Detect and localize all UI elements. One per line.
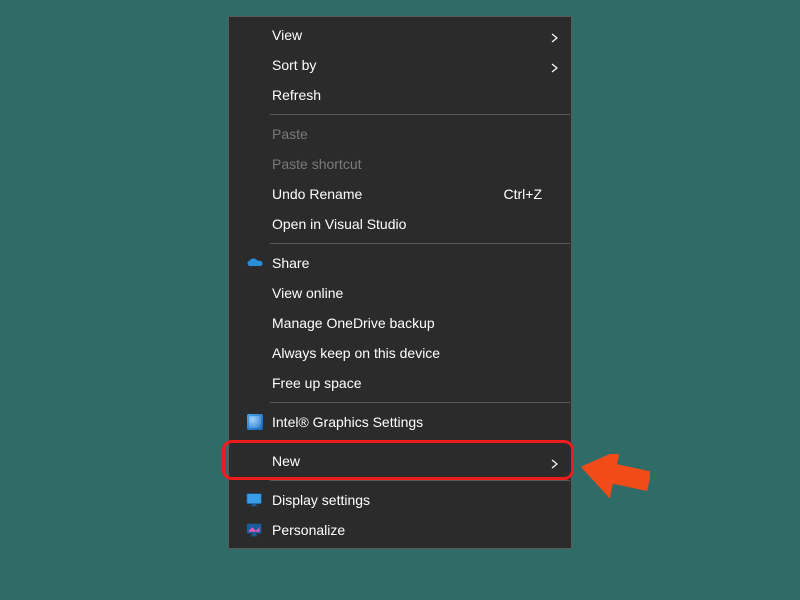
menu-item-personalize[interactable]: Personalize [230,515,570,545]
menu-separator [270,441,570,442]
menu-item-intel-graphics[interactable]: Intel® Graphics Settings [230,407,570,437]
menu-item-paste-shortcut: Paste shortcut [230,149,570,179]
icon-slot [240,25,270,45]
menu-item-free-space[interactable]: Free up space [230,368,570,398]
menu-item-share[interactable]: Share [230,248,570,278]
icon-slot [240,373,270,393]
menu-label: Always keep on this device [270,345,560,361]
onedrive-icon [240,253,270,273]
desktop-context-menu: View Sort by Refresh Paste Paste shortcu… [228,16,572,549]
menu-label: Intel® Graphics Settings [270,414,560,430]
menu-label: Undo Rename [270,186,504,202]
menu-item-paste: Paste [230,119,570,149]
menu-label: Paste shortcut [270,156,560,172]
menu-item-refresh[interactable]: Refresh [230,80,570,110]
icon-slot [240,343,270,363]
menu-label: New [270,453,560,469]
icon-slot [240,283,270,303]
icon-slot [240,85,270,105]
menu-separator [270,480,570,481]
icon-slot [240,124,270,144]
menu-label: Share [270,255,560,271]
menu-label: Manage OneDrive backup [270,315,560,331]
menu-item-view-online[interactable]: View online [230,278,570,308]
menu-item-new[interactable]: New [230,446,570,476]
icon-slot [240,154,270,174]
icon-slot [240,313,270,333]
chevron-right-icon [550,30,560,40]
display-settings-icon [240,490,270,510]
menu-item-always-keep[interactable]: Always keep on this device [230,338,570,368]
intel-graphics-icon [240,412,270,432]
personalize-icon [240,520,270,540]
icon-slot [240,55,270,75]
menu-label: Open in Visual Studio [270,216,560,232]
menu-label: Paste [270,126,560,142]
menu-separator [270,402,570,403]
menu-label: Free up space [270,375,560,391]
menu-separator [270,114,570,115]
menu-item-display-settings[interactable]: Display settings [230,485,570,515]
menu-item-undo-rename[interactable]: Undo Rename Ctrl+Z [230,179,570,209]
menu-item-manage-onedrive[interactable]: Manage OneDrive backup [230,308,570,338]
chevron-right-icon [550,456,560,466]
menu-item-sort-by[interactable]: Sort by [230,50,570,80]
menu-separator [270,243,570,244]
menu-label: Refresh [270,87,560,103]
menu-item-open-visual-studio[interactable]: Open in Visual Studio [230,209,570,239]
chevron-right-icon [550,60,560,70]
menu-item-view[interactable]: View [230,20,570,50]
icon-slot [240,451,270,471]
menu-label: Display settings [270,492,560,508]
menu-label: Sort by [270,57,560,73]
menu-label: Personalize [270,522,560,538]
icon-slot [240,184,270,204]
menu-label: View online [270,285,560,301]
menu-label: View [270,27,560,43]
tutorial-arrow-icon [580,454,650,507]
menu-shortcut: Ctrl+Z [504,186,561,202]
icon-slot [240,214,270,234]
